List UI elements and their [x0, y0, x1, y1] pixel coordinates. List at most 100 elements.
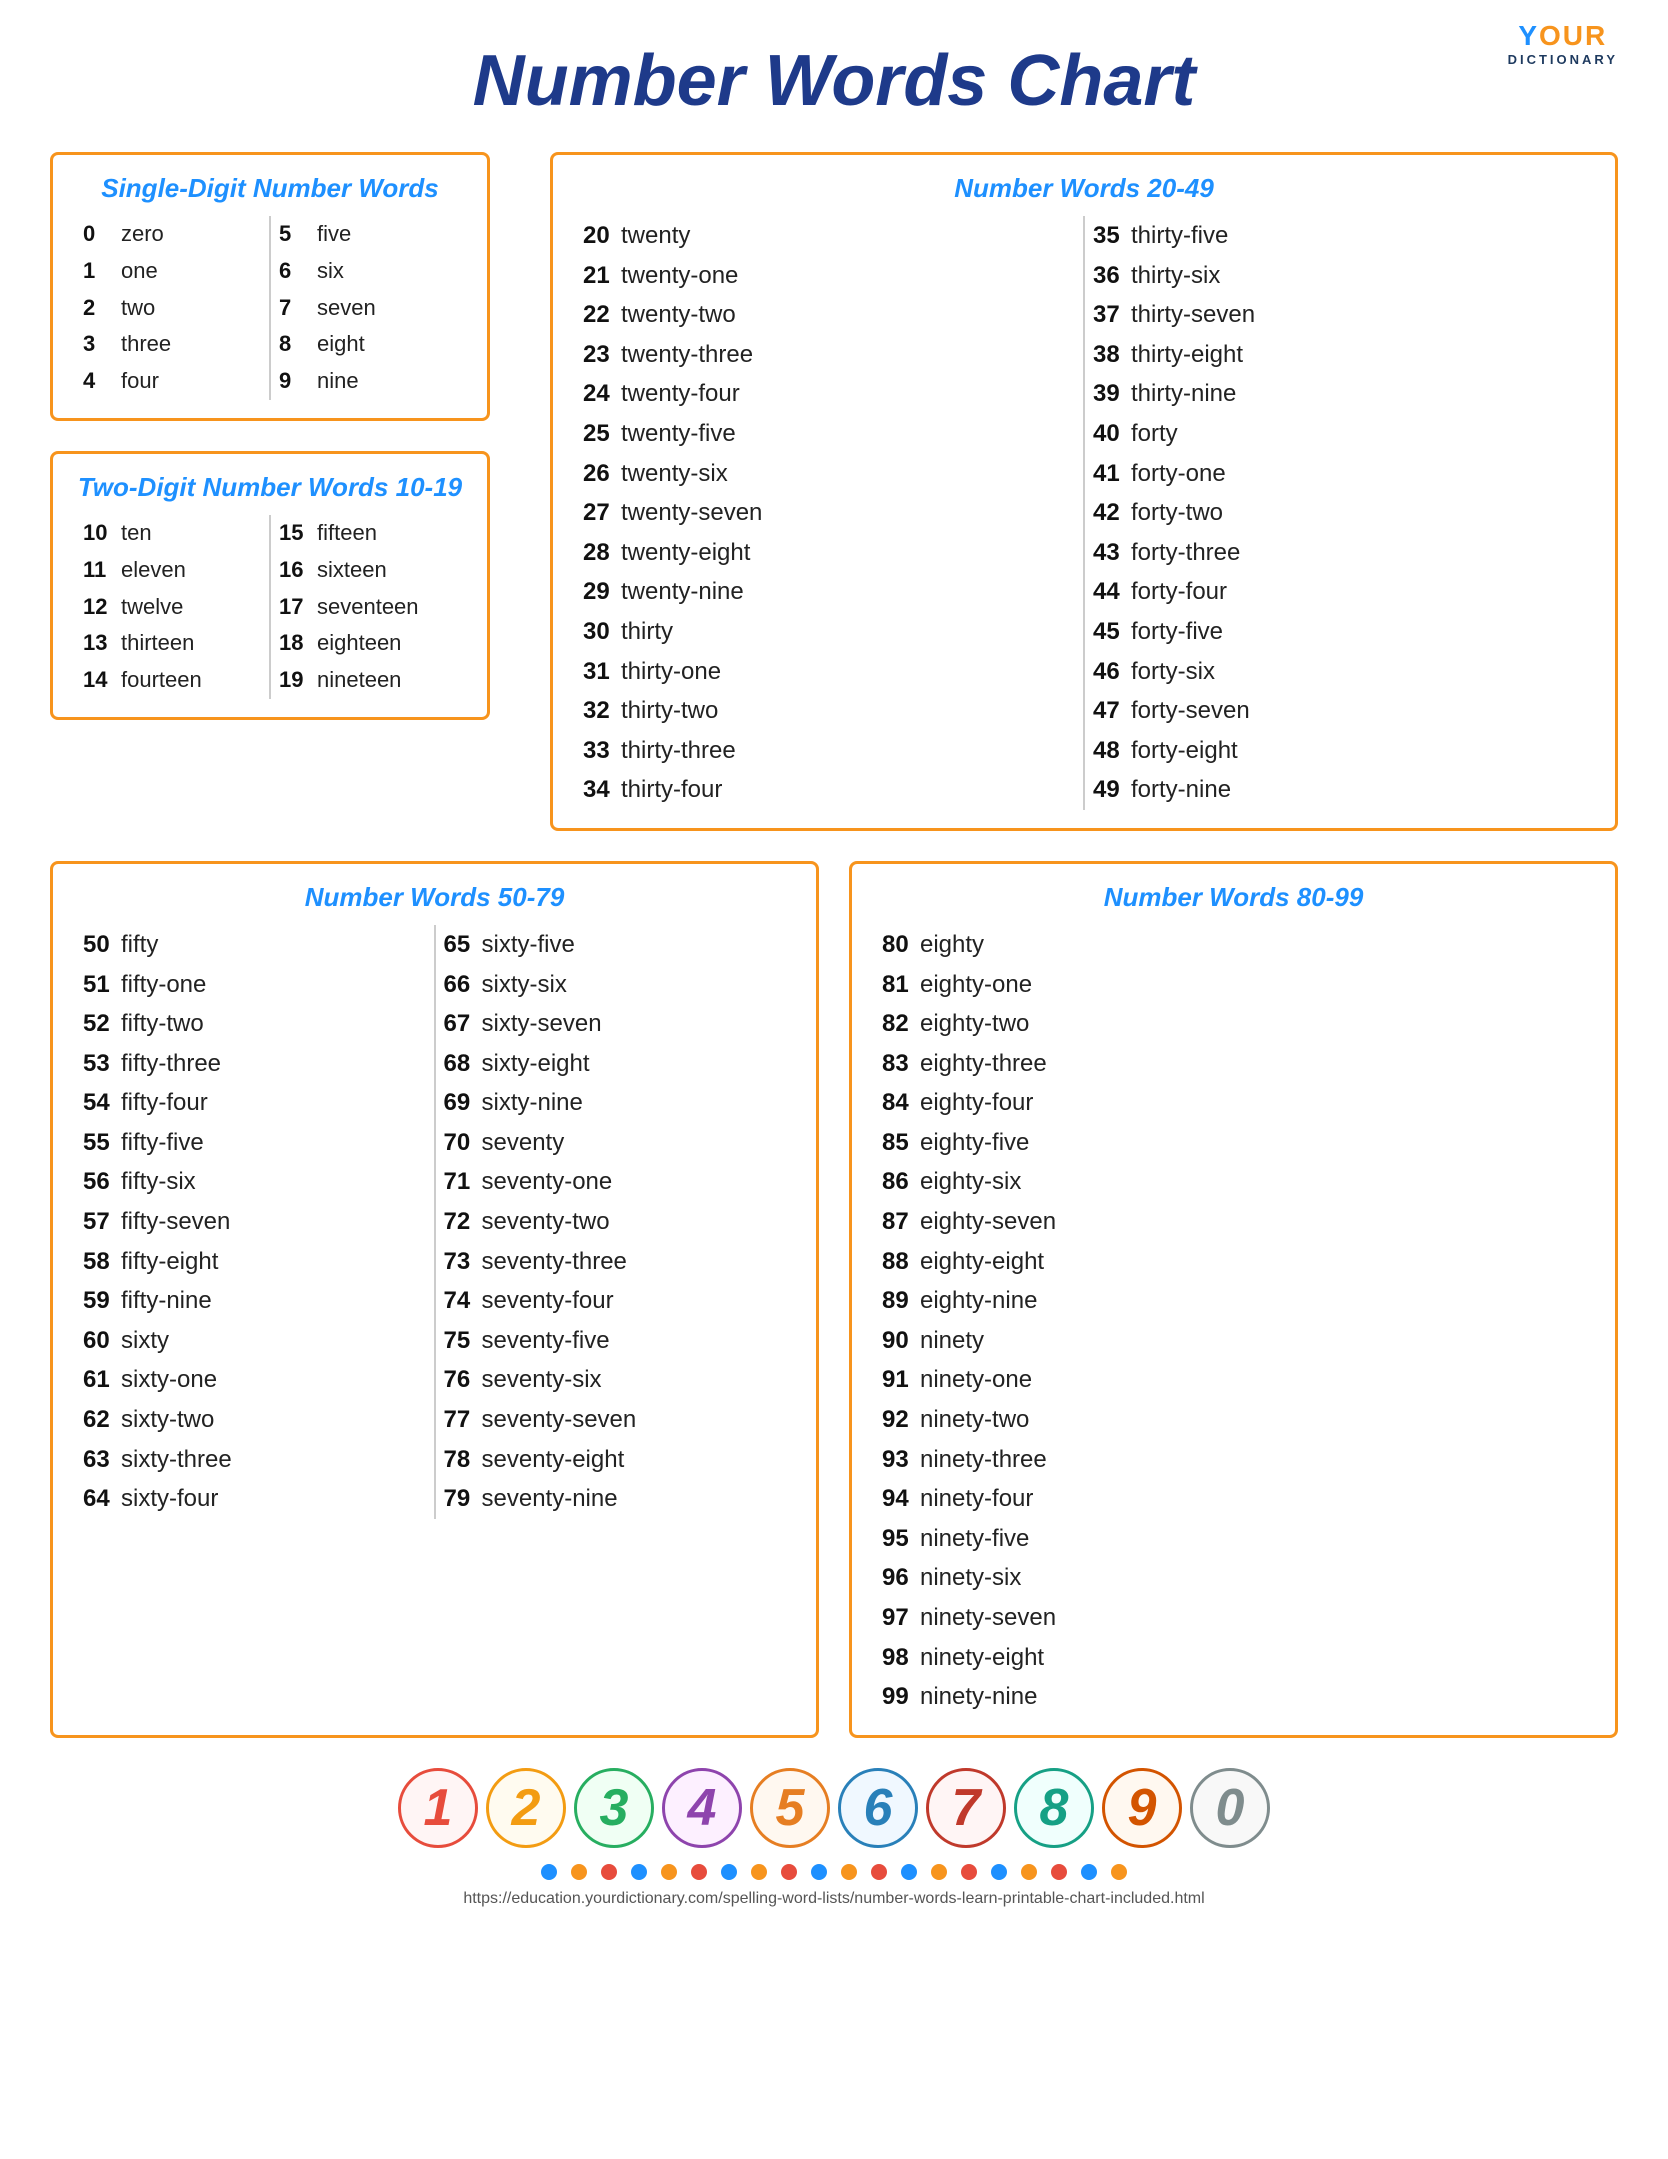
- two-digit-right-col: 15fifteen 16sixteen 17seventeen 18eighte…: [269, 515, 465, 699]
- word: twenty-four: [621, 377, 740, 411]
- list-item: 2two: [83, 290, 261, 327]
- deco-num-9: 9: [1102, 1768, 1182, 1848]
- number: 36: [1093, 259, 1131, 293]
- number: 43: [1093, 536, 1131, 570]
- list-item: 95ninety-five: [882, 1519, 1585, 1559]
- number: 76: [444, 1363, 482, 1397]
- word: sixty-six: [482, 968, 567, 1002]
- list-item: 88eighty-eight: [882, 1242, 1585, 1282]
- list-item: 75seventy-five: [444, 1321, 787, 1361]
- word: seventy-three: [482, 1245, 627, 1279]
- list-item: 22twenty-two: [583, 295, 1075, 335]
- word: seventy-one: [482, 1165, 613, 1199]
- word: fifty-six: [121, 1165, 196, 1199]
- two-digit-left-col: 10ten 11eleven 12twelve 13thirteen 14fou…: [75, 515, 269, 699]
- word: zero: [121, 219, 164, 250]
- dot: [541, 1864, 557, 1880]
- number: 85: [882, 1126, 920, 1160]
- list-item: 40forty: [1093, 414, 1585, 454]
- word: forty: [1131, 417, 1178, 451]
- list-item: 98ninety-eight: [882, 1638, 1585, 1678]
- word: fifteen: [317, 518, 377, 549]
- dot: [1051, 1864, 1067, 1880]
- list-item: 23twenty-three: [583, 335, 1075, 375]
- number: 81: [882, 968, 920, 1002]
- list-item: 69sixty-nine: [444, 1083, 787, 1123]
- number: 86: [882, 1165, 920, 1199]
- panel-two-digit-title: Two-Digit Number Words 10-19: [75, 472, 465, 503]
- word: thirty-three: [621, 734, 736, 768]
- word: sixty-two: [121, 1403, 214, 1437]
- number: 80: [882, 928, 920, 962]
- word: twenty: [621, 219, 690, 253]
- word: fifty-seven: [121, 1205, 230, 1239]
- number: 33: [583, 734, 621, 768]
- word: ninety-two: [920, 1403, 1029, 1437]
- list-item: 66sixty-six: [444, 965, 787, 1005]
- number: 3: [83, 329, 121, 360]
- word: eighty-seven: [920, 1205, 1056, 1239]
- number: 55: [83, 1126, 121, 1160]
- word: thirty-nine: [1131, 377, 1236, 411]
- list-item: 1one: [83, 253, 261, 290]
- number: 65: [444, 928, 482, 962]
- number: 40: [1093, 417, 1131, 451]
- number: 59: [83, 1284, 121, 1318]
- number: 99: [882, 1680, 920, 1714]
- word: fifty-eight: [121, 1245, 218, 1279]
- bottom-row: Number Words 50-79 50fifty 51fifty-one 5…: [50, 861, 1618, 1738]
- deco-num-4: 4: [662, 1768, 742, 1848]
- list-item: 53fifty-three: [83, 1044, 426, 1084]
- list-item: 54fifty-four: [83, 1083, 426, 1123]
- word: thirty-one: [621, 655, 721, 689]
- word: sixty-three: [121, 1443, 232, 1477]
- word: ninety-nine: [920, 1680, 1037, 1714]
- list-item: 11eleven: [83, 552, 261, 589]
- number: 27: [583, 496, 621, 530]
- list-item: 82eighty-two: [882, 1004, 1585, 1044]
- list-item: 26twenty-six: [583, 454, 1075, 494]
- logo-y: Y: [1518, 20, 1539, 51]
- list-item: 76seventy-six: [444, 1360, 787, 1400]
- number: 95: [882, 1522, 920, 1556]
- list-item: 81eighty-one: [882, 965, 1585, 1005]
- single-digit-right-col: 5five 6six 7seven 8eight 9nine: [269, 216, 465, 400]
- word: thirty: [621, 615, 673, 649]
- word: sixteen: [317, 555, 387, 586]
- number: 45: [1093, 615, 1131, 649]
- number: 92: [882, 1403, 920, 1437]
- panel-2049-title: Number Words 20-49: [575, 173, 1593, 204]
- list-item: 35thirty-five: [1093, 216, 1585, 256]
- list-item: 62sixty-two: [83, 1400, 426, 1440]
- number: 70: [444, 1126, 482, 1160]
- word: eighty-one: [920, 968, 1032, 1002]
- number: 84: [882, 1086, 920, 1120]
- dot: [901, 1864, 917, 1880]
- word: seventy-seven: [482, 1403, 637, 1437]
- panel-2049: Number Words 20-49 20twenty 21twenty-one…: [550, 152, 1618, 831]
- list-item: 7seven: [279, 290, 457, 327]
- word: fifty-three: [121, 1047, 221, 1081]
- word: forty-five: [1131, 615, 1223, 649]
- word: seventeen: [317, 592, 419, 623]
- list-item: 56fifty-six: [83, 1162, 426, 1202]
- list-item: 71seventy-one: [444, 1162, 787, 1202]
- deco-num-2: 2: [486, 1768, 566, 1848]
- word: seventy-eight: [482, 1443, 625, 1477]
- word: thirty-five: [1131, 219, 1228, 253]
- list-item: 73seventy-three: [444, 1242, 787, 1282]
- dot: [991, 1864, 1007, 1880]
- number: 30: [583, 615, 621, 649]
- number: 56: [83, 1165, 121, 1199]
- range-2049-grid: 20twenty 21twenty-one 22twenty-two 23twe…: [575, 216, 1593, 810]
- list-item: 29twenty-nine: [583, 572, 1075, 612]
- number: 25: [583, 417, 621, 451]
- number: 50: [83, 928, 121, 962]
- number: 34: [583, 773, 621, 807]
- number: 78: [444, 1443, 482, 1477]
- number: 11: [83, 555, 121, 586]
- word: six: [317, 256, 344, 287]
- panel-8099: Number Words 80-99 80eighty 81eighty-one…: [849, 861, 1618, 1738]
- word: sixty: [121, 1324, 169, 1358]
- word: ninety-five: [920, 1522, 1029, 1556]
